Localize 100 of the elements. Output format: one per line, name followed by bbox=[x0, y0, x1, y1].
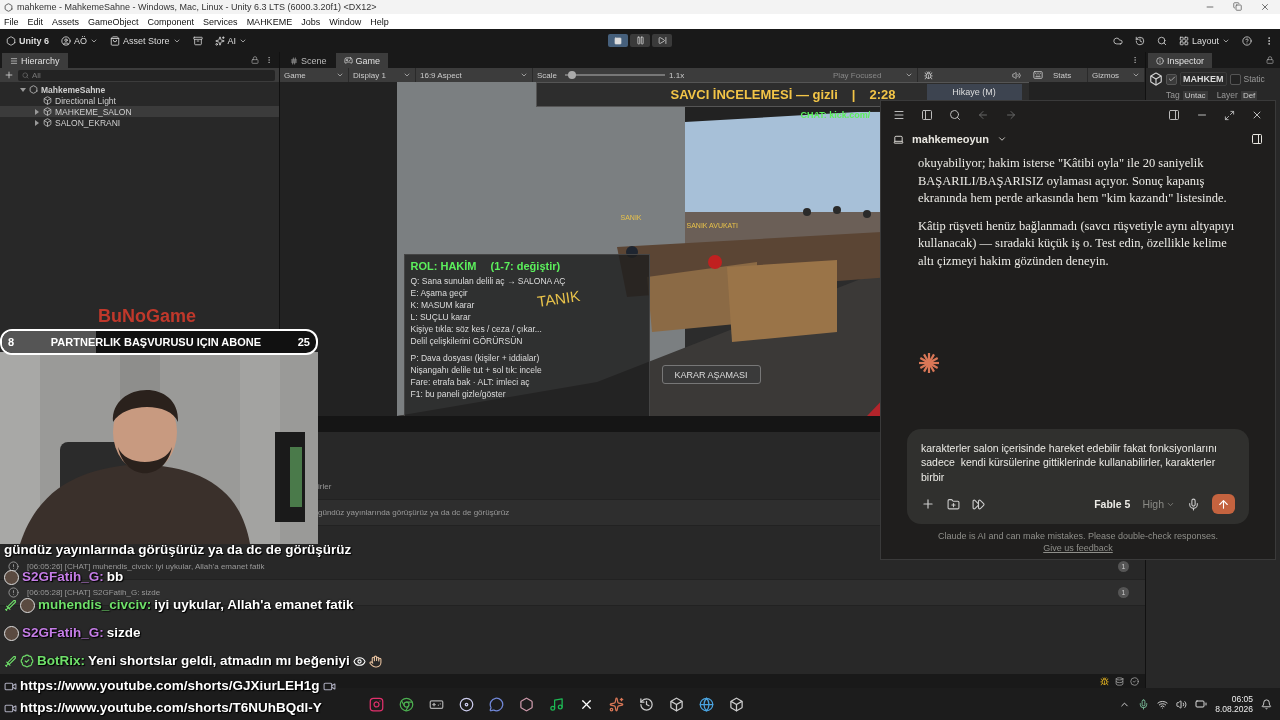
more-icon[interactable] bbox=[1131, 56, 1139, 64]
add-icon[interactable] bbox=[4, 70, 14, 80]
help-line: Nişangahı delile tut + sol tık: incele bbox=[410, 365, 542, 376]
name-field[interactable]: MAHKEM bbox=[1180, 72, 1227, 86]
fast-forward-icon bbox=[972, 497, 985, 511]
mic-icon[interactable] bbox=[1138, 698, 1150, 710]
account-button[interactable]: AÖ bbox=[61, 35, 99, 46]
slider-thumb[interactable] bbox=[568, 71, 576, 79]
hierarchy-tab[interactable]: Hierarchy bbox=[2, 53, 68, 68]
menu-item[interactable]: Assets bbox=[52, 16, 80, 27]
layout-button[interactable]: Layout bbox=[1178, 35, 1230, 46]
story-button[interactable]: Hikaye (M) bbox=[926, 84, 1022, 100]
caret-icon bbox=[905, 71, 913, 79]
goal-current: 8 bbox=[7, 336, 16, 348]
wifi-icon[interactable] bbox=[1157, 698, 1169, 710]
play-control-button[interactable] bbox=[608, 34, 628, 47]
timer: 2:28 bbox=[869, 87, 896, 102]
history-icon[interactable] bbox=[1134, 35, 1145, 46]
phase-button[interactable]: KARAR AŞAMASI bbox=[661, 365, 761, 384]
menu-icon[interactable] bbox=[893, 109, 905, 121]
lock-icon[interactable] bbox=[1266, 56, 1274, 64]
browser-icon[interactable] bbox=[398, 696, 414, 712]
sparkle-icon[interactable] bbox=[608, 696, 624, 712]
maximize-icon[interactable] bbox=[1224, 109, 1235, 121]
step-icon bbox=[657, 36, 667, 45]
menu-item[interactable]: Component bbox=[147, 16, 195, 27]
menu-item[interactable]: Edit bbox=[27, 16, 44, 27]
clock[interactable]: 06:05 8.08.2026 bbox=[1215, 694, 1253, 714]
role-hint: (1-7: değiştir) bbox=[490, 260, 561, 272]
menu-item[interactable]: Jobs bbox=[301, 16, 321, 27]
bug-icon[interactable] bbox=[924, 70, 933, 80]
feedback-link[interactable]: Give us feedback bbox=[1043, 543, 1113, 553]
cube-icon[interactable] bbox=[668, 696, 684, 712]
menu-item[interactable]: GameObject bbox=[88, 16, 139, 27]
panel-icon[interactable] bbox=[1168, 109, 1180, 121]
fast-forward-button[interactable] bbox=[972, 497, 985, 511]
disc-icon[interactable] bbox=[458, 696, 474, 712]
hierarchy-item[interactable]: MAHKEME_SALON bbox=[0, 106, 279, 117]
menu-item[interactable]: Window bbox=[329, 16, 362, 27]
speaker-icon[interactable] bbox=[1012, 70, 1021, 80]
caret-icon[interactable] bbox=[997, 134, 1008, 144]
scale-reading: 1.1x bbox=[669, 70, 686, 80]
message-input[interactable]: karakterler salon içerisinde hareket edebilir fakat fonksiyonlarını sadece kendi kürsülerine gittiklerinde kullanabilirler, karakterler birbir Fable 5 High bbox=[907, 428, 1249, 524]
close-icon[interactable] bbox=[1260, 2, 1270, 12]
scale-slider[interactable] bbox=[565, 71, 665, 79]
cube-icon bbox=[1149, 72, 1163, 86]
globe-icon[interactable] bbox=[698, 696, 714, 712]
sidebar-icon[interactable] bbox=[921, 109, 933, 121]
music-icon[interactable] bbox=[548, 696, 564, 712]
tag-dropdown[interactable]: Untac bbox=[1182, 90, 1208, 100]
lock-icon[interactable] bbox=[251, 56, 259, 64]
archive-icon[interactable] bbox=[192, 35, 203, 46]
chat-icon[interactable] bbox=[488, 696, 504, 712]
clock-icon[interactable] bbox=[638, 696, 654, 712]
cube-icon[interactable] bbox=[728, 696, 744, 712]
search-icon[interactable] bbox=[949, 109, 961, 121]
laptop-icon bbox=[893, 133, 904, 145]
search-field[interactable]: All bbox=[18, 69, 275, 81]
unity-button[interactable]: Unity 6 bbox=[6, 35, 49, 46]
console-message: [06:05:26] [CHAT] muhendis_civciv: iyi uykular, Allah'a emanet fatik bbox=[27, 562, 265, 571]
project-selector[interactable]: mahkemeoyun bbox=[912, 133, 990, 145]
hierarchy-item[interactable]: SALON_EKRANI bbox=[0, 117, 279, 128]
keyboard-icon[interactable] bbox=[1033, 70, 1043, 80]
app-icon[interactable] bbox=[518, 696, 534, 712]
hierarchy-item[interactable]: Directional Light bbox=[0, 95, 279, 106]
speaker-icon[interactable] bbox=[1176, 698, 1188, 710]
play-control-button[interactable] bbox=[652, 34, 672, 47]
inspector-tab[interactable]: Inspector bbox=[1148, 53, 1213, 68]
effort-dropdown[interactable]: High bbox=[1142, 498, 1175, 510]
cloud-icon[interactable] bbox=[1112, 35, 1123, 46]
chat-message: Yeni shortslar geldi, atmadın mı beğeniyi bbox=[88, 654, 350, 668]
view-tab[interactable]: Game bbox=[335, 53, 389, 68]
help-icon[interactable] bbox=[1242, 35, 1252, 46]
menu-item[interactable]: Services bbox=[203, 16, 238, 27]
add-button[interactable] bbox=[921, 497, 935, 511]
close-icon[interactable] bbox=[1251, 109, 1263, 121]
camera-icon[interactable] bbox=[368, 696, 384, 712]
layer-dropdown[interactable]: Def bbox=[1240, 90, 1258, 100]
mic-button[interactable] bbox=[1187, 497, 1200, 511]
play-control-button[interactable] bbox=[630, 34, 650, 47]
asset-store-button[interactable]: Asset Store bbox=[110, 35, 181, 46]
ai-button[interactable]: AI bbox=[214, 35, 248, 46]
menu-item[interactable]: File bbox=[4, 16, 19, 27]
chat-username: S2GFatih_G: bbox=[22, 626, 104, 640]
hierarchy-item[interactable]: MahkemeSahne bbox=[0, 84, 279, 95]
help-line: P: Dava dosyası (kişiler + iddialar) bbox=[410, 353, 540, 364]
search-icon[interactable] bbox=[1156, 35, 1167, 46]
menu-item[interactable]: Help bbox=[370, 16, 389, 27]
battery-icon[interactable] bbox=[1195, 698, 1208, 710]
static-checkbox[interactable] bbox=[1229, 73, 1241, 85]
bell-icon[interactable] bbox=[1261, 698, 1272, 710]
menu-item[interactable]: MAHKEME bbox=[246, 16, 293, 27]
bag-icon bbox=[110, 35, 121, 46]
model-selector[interactable]: Fable 5 bbox=[1094, 498, 1131, 510]
folder-button[interactable] bbox=[947, 497, 960, 511]
pause-icon bbox=[635, 36, 645, 45]
stop-icon bbox=[614, 36, 622, 45]
send-button[interactable] bbox=[1212, 494, 1235, 514]
more-icon[interactable] bbox=[265, 56, 273, 64]
active-checkbox[interactable] bbox=[1166, 73, 1177, 85]
